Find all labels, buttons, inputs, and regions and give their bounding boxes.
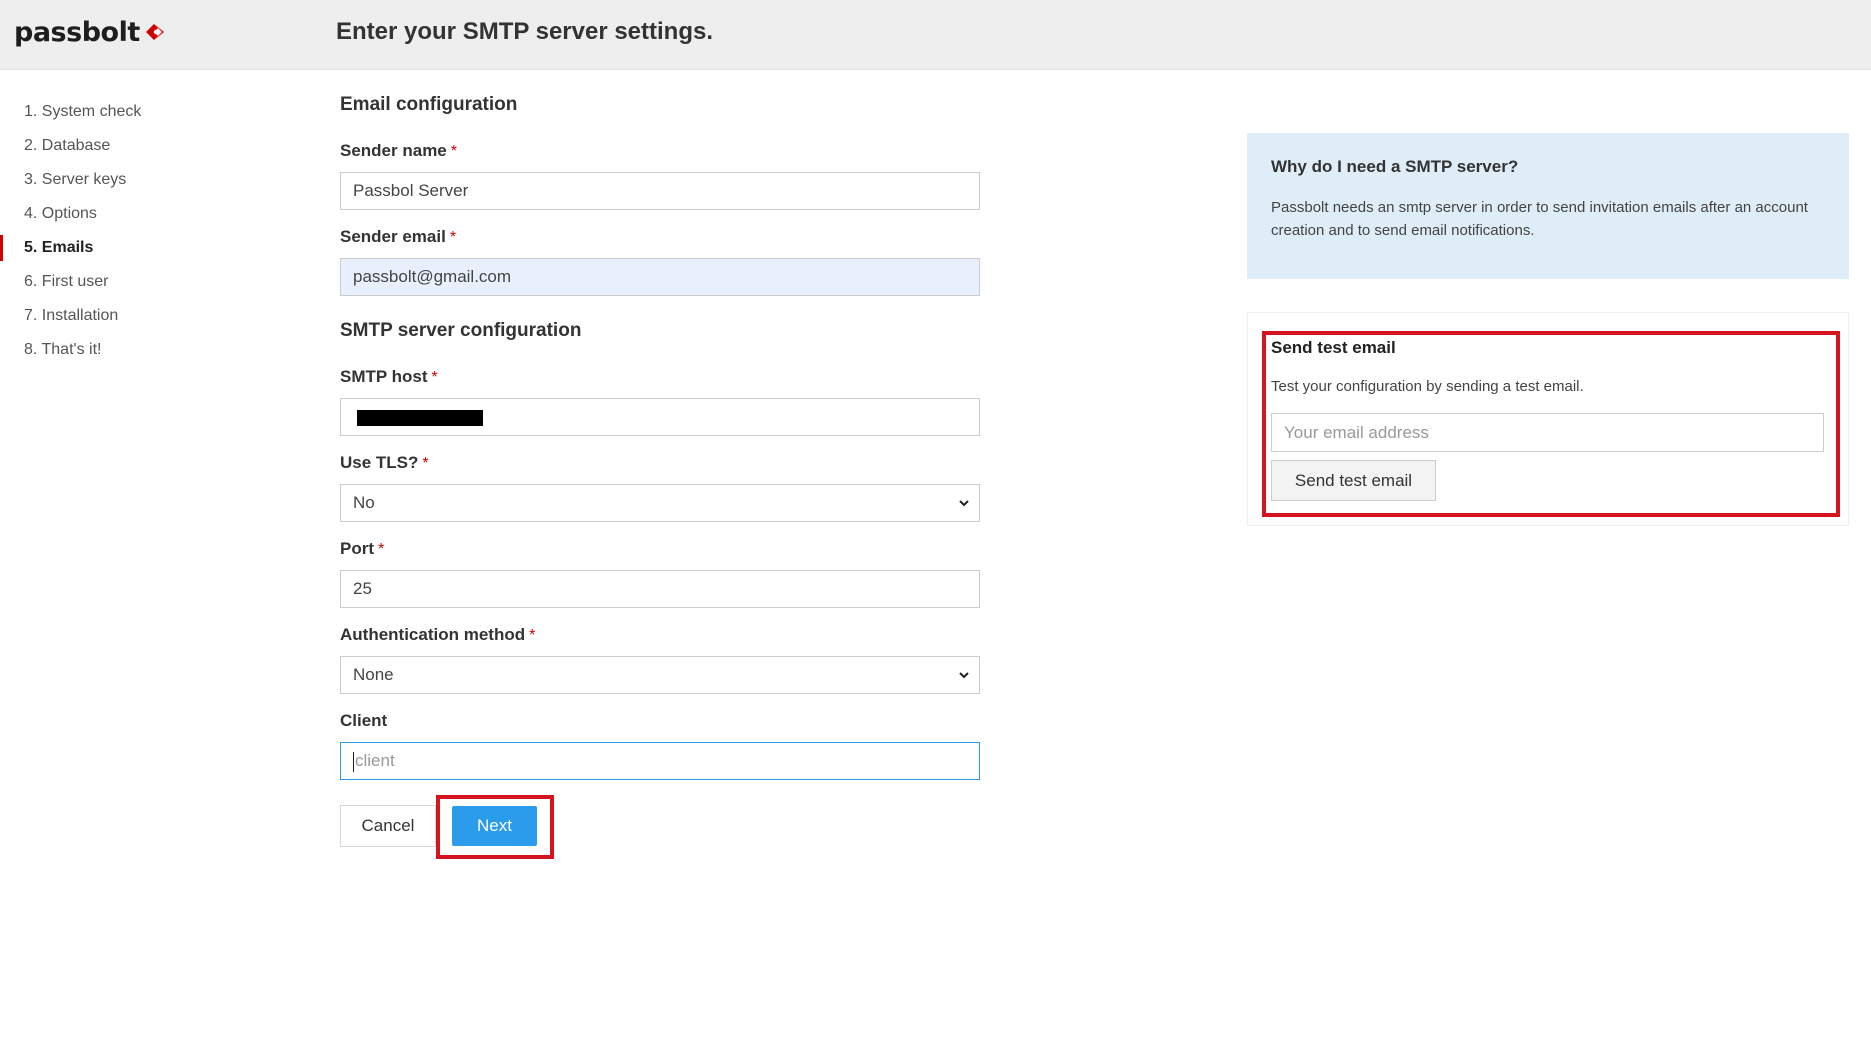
test-email-placeholder: Your email address bbox=[1284, 423, 1429, 442]
logo-text: passbolt bbox=[14, 16, 140, 48]
send-test-email-button[interactable]: Send test email bbox=[1271, 460, 1436, 501]
use-tls-label-row: Use TLS? * bbox=[340, 453, 429, 473]
required-marker: * bbox=[378, 541, 385, 558]
port-value: 25 bbox=[353, 579, 372, 598]
info-text: Passbolt needs an smtp server in order t… bbox=[1271, 199, 1808, 239]
chevron-down-icon bbox=[959, 672, 969, 679]
auth-method-select[interactable]: None bbox=[340, 656, 980, 694]
send-test-email-description: Test your configuration by sending a tes… bbox=[1271, 378, 1584, 395]
required-marker: * bbox=[450, 143, 457, 160]
sender-name-value: Passbol Server bbox=[353, 181, 469, 200]
smtp-configuration-title: SMTP server configuration bbox=[340, 320, 582, 341]
use-tls-select[interactable]: No bbox=[340, 484, 980, 522]
step-database: 2. Database bbox=[24, 137, 111, 154]
required-marker: * bbox=[449, 229, 457, 246]
page-header: passbolt Enter your SMTP server settings… bbox=[0, 0, 1871, 70]
auth-method-label: Authentication method bbox=[340, 625, 526, 644]
step-system-check: 1. System check bbox=[24, 103, 142, 120]
use-tls-value: No bbox=[353, 493, 375, 512]
sender-name-label: Sender name bbox=[340, 141, 447, 160]
use-tls-label: Use TLS? bbox=[340, 453, 419, 472]
redacted-value bbox=[357, 410, 483, 426]
step-thats-it: 8. That's it! bbox=[24, 341, 102, 358]
sender-email-input[interactable]: passbolt@gmail.com bbox=[340, 258, 980, 296]
info-title: Why do I need a SMTP server? bbox=[1271, 157, 1519, 176]
sender-name-input[interactable]: Passbol Server bbox=[340, 172, 980, 210]
port-input[interactable]: 25 bbox=[340, 570, 980, 608]
client-placeholder: client bbox=[355, 751, 395, 770]
required-marker: * bbox=[529, 627, 536, 644]
page-title: Enter your SMTP server settings. bbox=[336, 18, 714, 45]
port-label: Port bbox=[340, 539, 374, 558]
step-emails: 5. Emails bbox=[0, 231, 300, 265]
client-label: Client bbox=[340, 711, 388, 730]
step-options: 4. Options bbox=[24, 205, 97, 222]
step-first-user: 6. First user bbox=[24, 273, 109, 290]
cancel-button[interactable]: Cancel bbox=[340, 805, 436, 847]
port-label-row: Port * bbox=[340, 539, 384, 559]
required-marker: * bbox=[431, 369, 438, 386]
passbolt-logo[interactable]: passbolt bbox=[14, 12, 168, 52]
smtp-host-input[interactable] bbox=[340, 398, 980, 436]
client-input[interactable]: client bbox=[340, 742, 980, 780]
next-button[interactable]: Next bbox=[452, 806, 537, 846]
send-test-email-title: Send test email bbox=[1271, 338, 1396, 357]
sender-name-label-row: Sender name * bbox=[340, 141, 457, 161]
step-server-keys: 3. Server keys bbox=[24, 171, 127, 188]
required-marker: * bbox=[422, 455, 429, 472]
passbolt-logo-icon bbox=[145, 24, 164, 40]
setup-steps-nav: 1. System check 2. Database 3. Server ke… bbox=[0, 95, 300, 367]
auth-method-value: None bbox=[353, 665, 394, 684]
smtp-host-label: SMTP host bbox=[340, 367, 428, 386]
sender-email-label: Sender email bbox=[340, 227, 446, 246]
email-configuration-title: Email configuration bbox=[340, 94, 518, 115]
test-email-address-input[interactable]: Your email address bbox=[1271, 413, 1824, 452]
sender-email-label-row: Sender email * bbox=[340, 227, 456, 247]
client-label-row: Client bbox=[340, 711, 387, 731]
smtp-info-box: Why do I need a SMTP server? Passbolt ne… bbox=[1247, 133, 1849, 279]
step-installation: 7. Installation bbox=[24, 307, 119, 324]
sender-email-value: passbolt@gmail.com bbox=[353, 267, 512, 286]
text-caret bbox=[353, 751, 354, 772]
auth-method-label-row: Authentication method * bbox=[340, 625, 535, 645]
smtp-host-label-row: SMTP host * bbox=[340, 367, 438, 387]
chevron-down-icon bbox=[959, 500, 969, 507]
